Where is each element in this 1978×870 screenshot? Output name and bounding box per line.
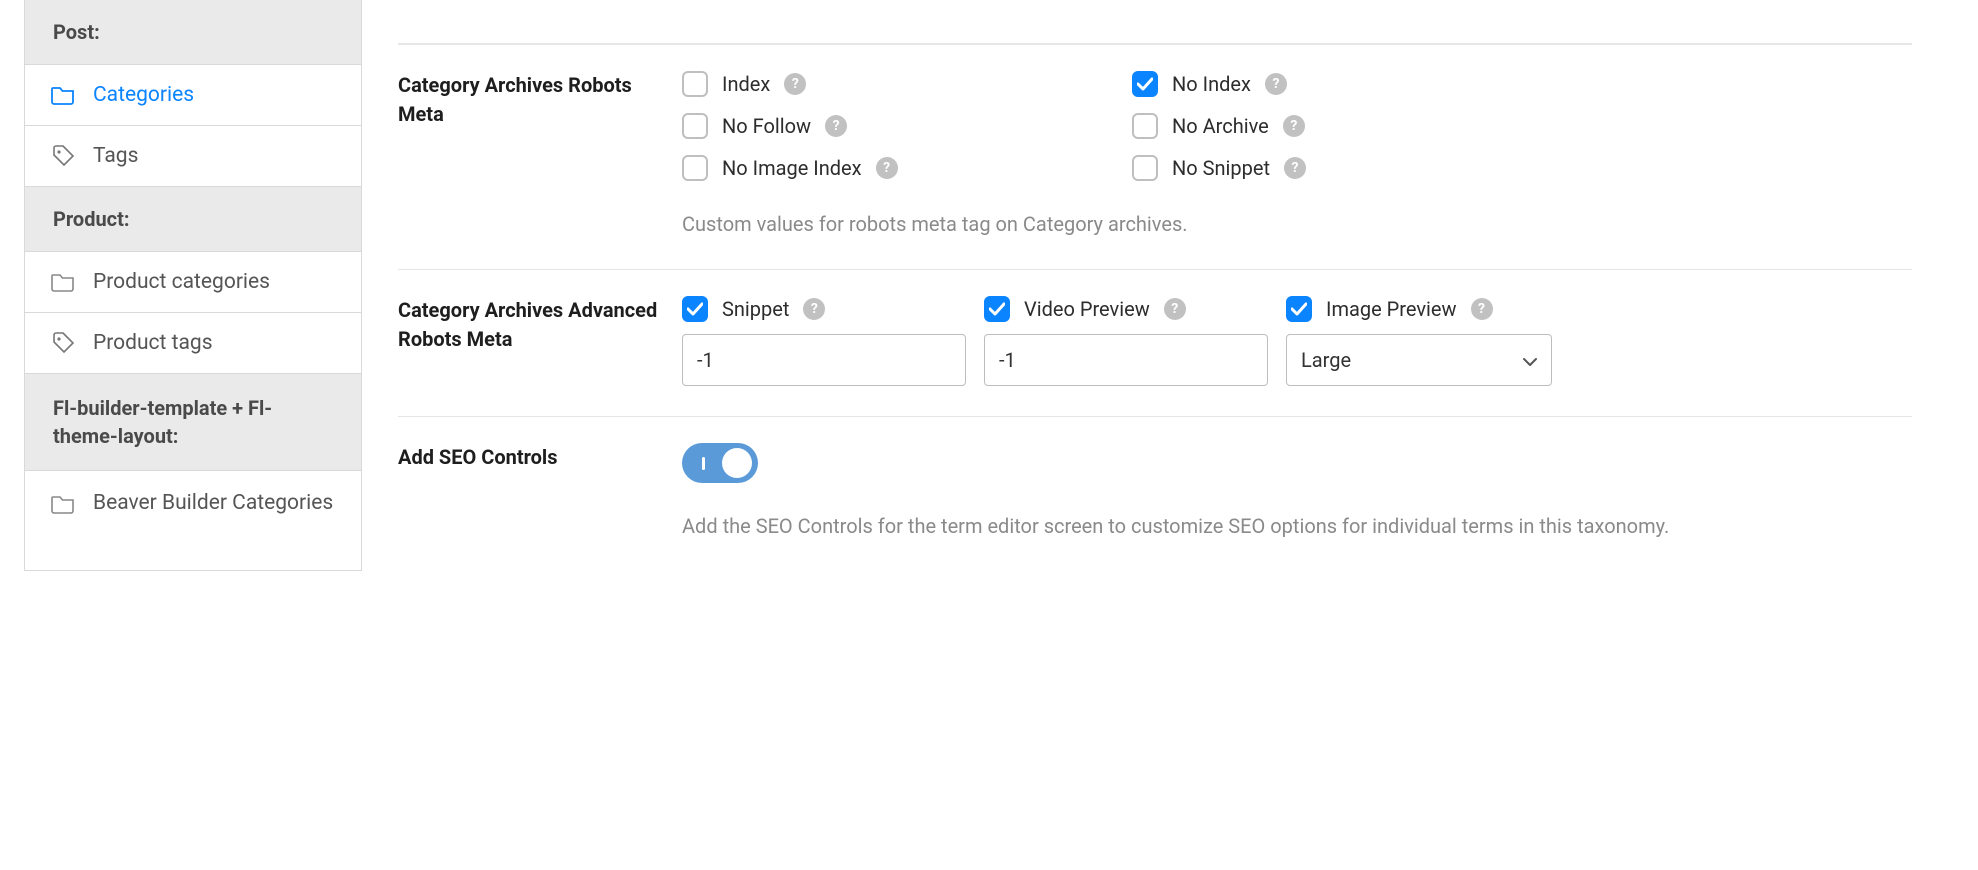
option-label: No Archive [1172, 114, 1269, 138]
sidebar-group-header-post: Post: [25, 0, 361, 65]
robots-option-index[interactable]: Index? [682, 71, 1092, 97]
sidebar-item-product-categories[interactable]: Product categories [25, 252, 361, 313]
setting-row-seo-controls: Add SEO Controls Add the SEO Controls fo… [398, 416, 1912, 571]
checkbox-checked-icon[interactable] [682, 296, 708, 322]
setting-row-advanced-robots: Category Archives Advanced Robots Meta S… [398, 269, 1912, 416]
setting-description: Add the SEO Controls for the term editor… [682, 511, 1912, 541]
snippet-input[interactable] [682, 334, 966, 386]
adv-col-video-preview: Video Preview? [984, 296, 1268, 386]
setting-description: Custom values for robots meta tag on Cat… [682, 209, 1912, 239]
adv-option-header[interactable]: Image Preview? [1286, 296, 1552, 322]
sidebar-item-label: Categories [93, 83, 194, 107]
option-label: No Index [1172, 72, 1251, 96]
sidebar-group-header-flbuilder: Fl-builder-template + Fl-theme-layout: [25, 374, 361, 471]
option-label: No Follow [722, 114, 811, 138]
help-icon[interactable]: ? [1284, 157, 1306, 179]
sidebar-item-beaver-categories[interactable]: Beaver Builder Categories [25, 471, 361, 536]
robots-option-no-archive[interactable]: No Archive? [1132, 113, 1542, 139]
setting-row-robots-meta: Category Archives Robots Meta Index?No I… [398, 44, 1912, 269]
checkbox-checked-icon[interactable] [984, 296, 1010, 322]
checkbox-unchecked-icon[interactable] [682, 155, 708, 181]
sidebar-group-header-product: Product: [25, 187, 361, 252]
option-label: Image Preview [1326, 297, 1457, 321]
video-preview-input[interactable] [984, 334, 1268, 386]
main-content: Category Archives Robots Meta Index?No I… [362, 0, 1942, 571]
help-icon[interactable]: ? [1283, 115, 1305, 137]
robots-option-no-follow[interactable]: No Follow? [682, 113, 1092, 139]
help-icon[interactable]: ? [1265, 73, 1287, 95]
adv-option-header[interactable]: Snippet? [682, 296, 966, 322]
help-icon[interactable]: ? [1164, 298, 1186, 320]
robots-option-no-snippet[interactable]: No Snippet? [1132, 155, 1542, 181]
option-label: No Image Index [722, 156, 862, 180]
sidebar-item-product-tags[interactable]: Product tags [25, 313, 361, 374]
tag-icon [51, 144, 75, 168]
adv-col-snippet: Snippet? [682, 296, 966, 386]
sidebar-item-tags[interactable]: Tags [25, 126, 361, 187]
robots-option-no-image-index[interactable]: No Image Index? [682, 155, 1092, 181]
checkbox-checked-icon[interactable] [1132, 71, 1158, 97]
sidebar-item-categories[interactable]: Categories [25, 65, 361, 126]
seo-controls-toggle[interactable] [682, 443, 758, 483]
chevron-down-icon [1523, 348, 1537, 372]
help-icon[interactable]: ? [876, 157, 898, 179]
robots-option-no-index[interactable]: No Index? [1132, 71, 1542, 97]
option-label: No Snippet [1172, 156, 1270, 180]
checkbox-unchecked-icon[interactable] [682, 71, 708, 97]
adv-option-header[interactable]: Video Preview? [984, 296, 1268, 322]
help-icon[interactable]: ? [784, 73, 806, 95]
folder-icon [51, 492, 75, 516]
sidebar: Post: Categories Tags Product: Product c… [24, 0, 362, 571]
setting-label: Add SEO Controls [398, 443, 682, 541]
help-icon[interactable]: ? [803, 298, 825, 320]
tag-icon [51, 331, 75, 355]
option-label: Video Preview [1024, 297, 1150, 321]
folder-icon [51, 83, 75, 107]
help-icon[interactable]: ? [825, 115, 847, 137]
sidebar-item-label: Tags [93, 144, 138, 168]
checkbox-unchecked-icon[interactable] [1132, 155, 1158, 181]
sidebar-item-label: Product tags [93, 331, 213, 355]
option-label: Snippet [722, 297, 789, 321]
option-label: Index [722, 72, 770, 96]
adv-col-image-preview: Image Preview? Large [1286, 296, 1552, 386]
image-preview-select[interactable]: Large [1286, 334, 1552, 386]
setting-label: Category Archives Advanced Robots Meta [398, 296, 682, 386]
sidebar-item-label: Beaver Builder Categories [93, 489, 333, 518]
setting-label: Category Archives Robots Meta [398, 71, 682, 239]
folder-icon [51, 270, 75, 294]
sidebar-item-label: Product categories [93, 270, 270, 294]
checkbox-unchecked-icon[interactable] [1132, 113, 1158, 139]
checkbox-unchecked-icon[interactable] [682, 113, 708, 139]
help-icon[interactable]: ? [1471, 298, 1493, 320]
checkbox-checked-icon[interactable] [1286, 296, 1312, 322]
select-value: Large [1301, 348, 1351, 372]
